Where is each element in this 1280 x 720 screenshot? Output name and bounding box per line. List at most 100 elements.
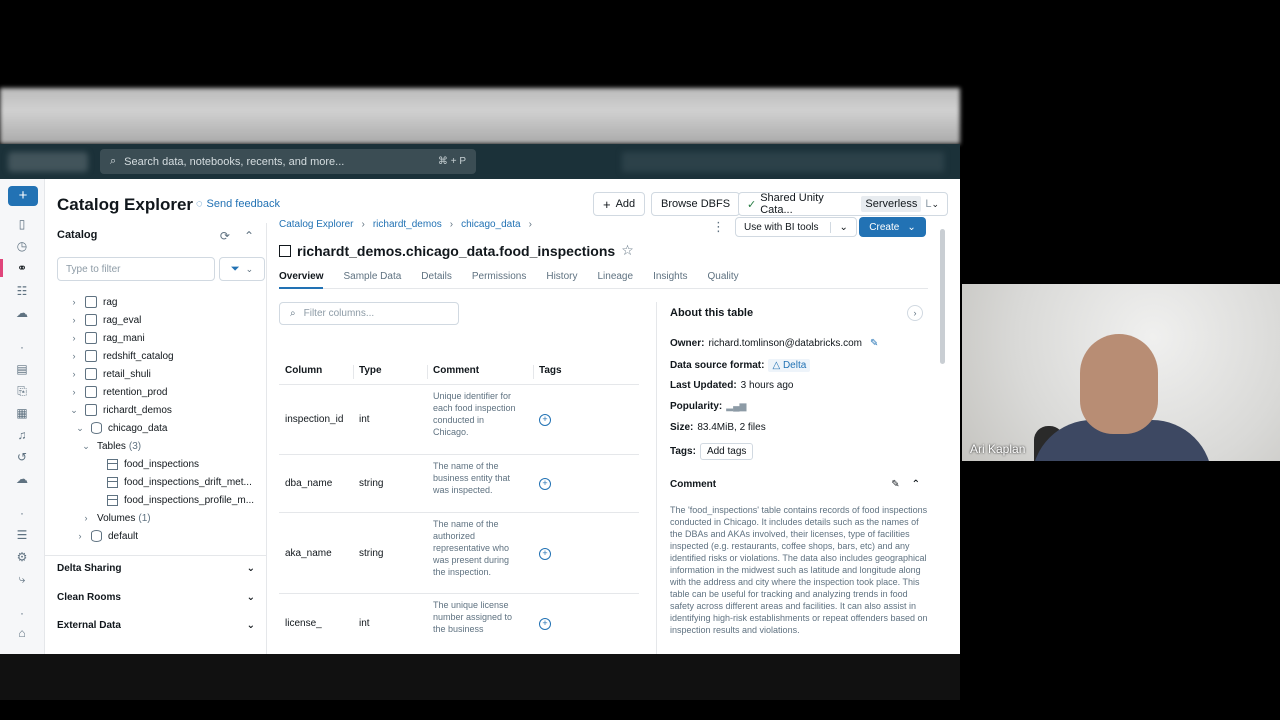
chevron-down-icon: ⌄ bbox=[245, 263, 254, 274]
tab-details[interactable]: Details bbox=[421, 271, 452, 289]
edit-pencil-icon[interactable]: ✎ bbox=[870, 338, 878, 349]
letterbox bbox=[0, 654, 960, 700]
tree-item[interactable]: › redshift_catalog bbox=[69, 347, 174, 365]
table-item[interactable]: food_inspections bbox=[107, 455, 199, 473]
compute-selector[interactable]: ✓ Shared Unity Cata... Serverless L ⌄ bbox=[738, 192, 948, 216]
column-filter-input[interactable]: ⌕ Filter columns... bbox=[279, 302, 459, 325]
workspace-icon[interactable]: ▯ bbox=[14, 216, 30, 232]
tab-quality[interactable]: Quality bbox=[708, 271, 739, 289]
tables-group[interactable]: ⌄ Tables (3) bbox=[81, 437, 141, 455]
table-row[interactable]: inspection_id int Unique identifier for … bbox=[279, 385, 639, 455]
catalog-browser: Catalog ⟳ ⌃ Type to filter ⏷ ⌄ › rag › rag… bbox=[45, 223, 267, 654]
table-item[interactable]: food_inspections_drift_met... bbox=[107, 473, 252, 491]
external-data-section[interactable]: External Data ⌄ bbox=[57, 614, 255, 636]
breadcrumb-link[interactable]: richardt_demos bbox=[373, 219, 442, 230]
global-search-input[interactable]: ⌕ Search data, notebooks, recents, and m… bbox=[100, 149, 476, 174]
browse-dbfs-button[interactable]: Browse DBFS bbox=[651, 192, 741, 216]
participant-name: Ari Kaplan bbox=[970, 442, 1026, 456]
plus-icon: + bbox=[603, 196, 611, 212]
add-tag-icon[interactable]: + bbox=[539, 478, 551, 490]
volumes-group[interactable]: › Volumes (1) bbox=[81, 509, 151, 527]
sql-editor-icon[interactable]: ▤ bbox=[14, 361, 30, 377]
tree-item[interactable]: › retail_shuli bbox=[69, 365, 151, 383]
delta-sharing-section[interactable]: Delta Sharing ⌄ bbox=[57, 557, 255, 579]
table-icon bbox=[107, 458, 118, 470]
collapse-icon[interactable]: ⌃ bbox=[244, 229, 254, 243]
tree-item[interactable]: › retention_prod bbox=[69, 383, 168, 401]
catalog-icon[interactable]: ⚭ bbox=[14, 260, 30, 276]
catalog-filter-input[interactable]: Type to filter bbox=[57, 257, 215, 281]
tab-history[interactable]: History bbox=[546, 271, 577, 289]
left-nav-rail: + ▯ ◷ ⚭ ☷ ☁ · ▤ ⎘ ▦ ♫ ↺ ☁ · ☰ ⚙ ⤷ · ⌂ bbox=[0, 179, 45, 654]
add-tag-icon[interactable]: + bbox=[539, 618, 551, 630]
table-item[interactable]: food_inspections_profile_m... bbox=[107, 491, 254, 509]
schema-item[interactable]: › default bbox=[75, 527, 138, 545]
recents-icon[interactable]: ◷ bbox=[14, 238, 30, 254]
features-icon[interactable]: ⚙ bbox=[14, 549, 30, 565]
chevron-up-icon[interactable]: ⌃ bbox=[912, 479, 920, 490]
compute-icon[interactable]: ☁ bbox=[14, 305, 30, 321]
breadcrumb-link[interactable]: Catalog Explorer bbox=[279, 219, 353, 230]
chevron-down-icon: ⌄ bbox=[246, 562, 255, 574]
marketplace-icon[interactable]: ⌂ bbox=[14, 625, 30, 641]
tab-overview[interactable]: Overview bbox=[279, 271, 324, 289]
warehouses-icon[interactable]: ☁ bbox=[14, 471, 30, 487]
format-row: Data source format: △ Delta bbox=[670, 359, 811, 372]
tree-item-expanded[interactable]: ⌄ richardt_demos bbox=[69, 401, 172, 419]
edit-pencil-icon[interactable]: ✎ bbox=[891, 479, 899, 490]
new-plus-icon[interactable]: + bbox=[8, 186, 38, 206]
tree-item[interactable]: › rag bbox=[69, 293, 117, 311]
tab-lineage[interactable]: Lineage bbox=[597, 271, 633, 289]
favorite-star-icon[interactable]: ☆ bbox=[621, 242, 634, 259]
dashboards-icon[interactable]: ▦ bbox=[14, 405, 30, 421]
bi-tools-button[interactable]: Use with BI tools ⌄ bbox=[735, 217, 857, 237]
add-button[interactable]: + Add bbox=[593, 192, 646, 216]
tab-permissions[interactable]: Permissions bbox=[472, 271, 526, 289]
chevron-down-icon[interactable]: ⌄ bbox=[830, 221, 848, 233]
blurred-topbar-right bbox=[622, 152, 944, 172]
participant-video: Ari Kaplan bbox=[962, 284, 1280, 461]
size-row: Size: 83.4MiB, 2 files bbox=[670, 422, 766, 433]
chevron-down-icon: ⌄ bbox=[931, 198, 939, 209]
search-icon: ⌕ bbox=[290, 308, 296, 319]
updated-row: Last Updated: 3 hours ago bbox=[670, 380, 794, 391]
table-icon bbox=[107, 494, 118, 506]
table-row[interactable]: aka_name string The name of the authoriz… bbox=[279, 513, 639, 594]
chevron-down-icon: ⌄ bbox=[907, 221, 916, 233]
create-button[interactable]: Create ⌄ bbox=[859, 217, 926, 237]
filter-options-button[interactable]: ⏷ ⌄ bbox=[219, 257, 265, 281]
models-icon[interactable]: ⤷ bbox=[14, 571, 30, 587]
schema-item[interactable]: ⌄ chicago_data bbox=[75, 419, 168, 437]
kebab-menu-icon[interactable]: ⋮ bbox=[712, 219, 725, 235]
scrollbar[interactable] bbox=[940, 229, 945, 364]
table-detail-pane: Catalog Explorer › richardt_demos › chicag… bbox=[268, 217, 940, 654]
queries-icon[interactable]: ⎘ bbox=[14, 383, 30, 399]
query-history-icon[interactable]: ↺ bbox=[14, 449, 30, 465]
add-tag-icon[interactable]: + bbox=[539, 414, 551, 426]
table-icon bbox=[107, 476, 118, 488]
tab-insights[interactable]: Insights bbox=[653, 271, 687, 289]
workflows-icon[interactable]: ☷ bbox=[14, 283, 30, 299]
delta-badge: △ Delta bbox=[768, 359, 811, 372]
popularity-row: Popularity: ▂▄▆ bbox=[670, 401, 747, 412]
breadcrumb-link[interactable]: chicago_data bbox=[461, 219, 521, 230]
table-row[interactable]: license_ int The unique license number a… bbox=[279, 594, 639, 644]
tab-sample-data[interactable]: Sample Data bbox=[343, 271, 401, 289]
tree-item[interactable]: › rag_mani bbox=[69, 329, 145, 347]
active-indicator bbox=[0, 259, 3, 277]
owner-row: Owner: richard.tomlinson@databricks.com ✎ bbox=[670, 338, 879, 349]
about-title: About this table bbox=[670, 307, 754, 319]
alerts-icon[interactable]: ♫ bbox=[14, 427, 30, 443]
clean-rooms-section[interactable]: Clean Rooms ⌄ bbox=[57, 586, 255, 608]
popularity-bars-icon: ▂▄▆ bbox=[726, 401, 747, 411]
send-feedback-link[interactable]: ◌ Send feedback bbox=[196, 198, 280, 210]
add-tags-button[interactable]: Add tags bbox=[699, 443, 754, 460]
table-row[interactable]: dba_name string The name of the business… bbox=[279, 455, 639, 513]
table-comment: The 'food_inspections' table contains re… bbox=[670, 505, 928, 635]
catalog-icon bbox=[85, 296, 97, 308]
refresh-icon[interactable]: ⟳ bbox=[220, 229, 230, 243]
experiments-icon[interactable]: ☰ bbox=[14, 527, 30, 543]
add-tag-icon[interactable]: + bbox=[539, 548, 551, 560]
chevron-right-icon[interactable]: › bbox=[907, 305, 923, 321]
tree-item[interactable]: › rag_eval bbox=[69, 311, 141, 329]
